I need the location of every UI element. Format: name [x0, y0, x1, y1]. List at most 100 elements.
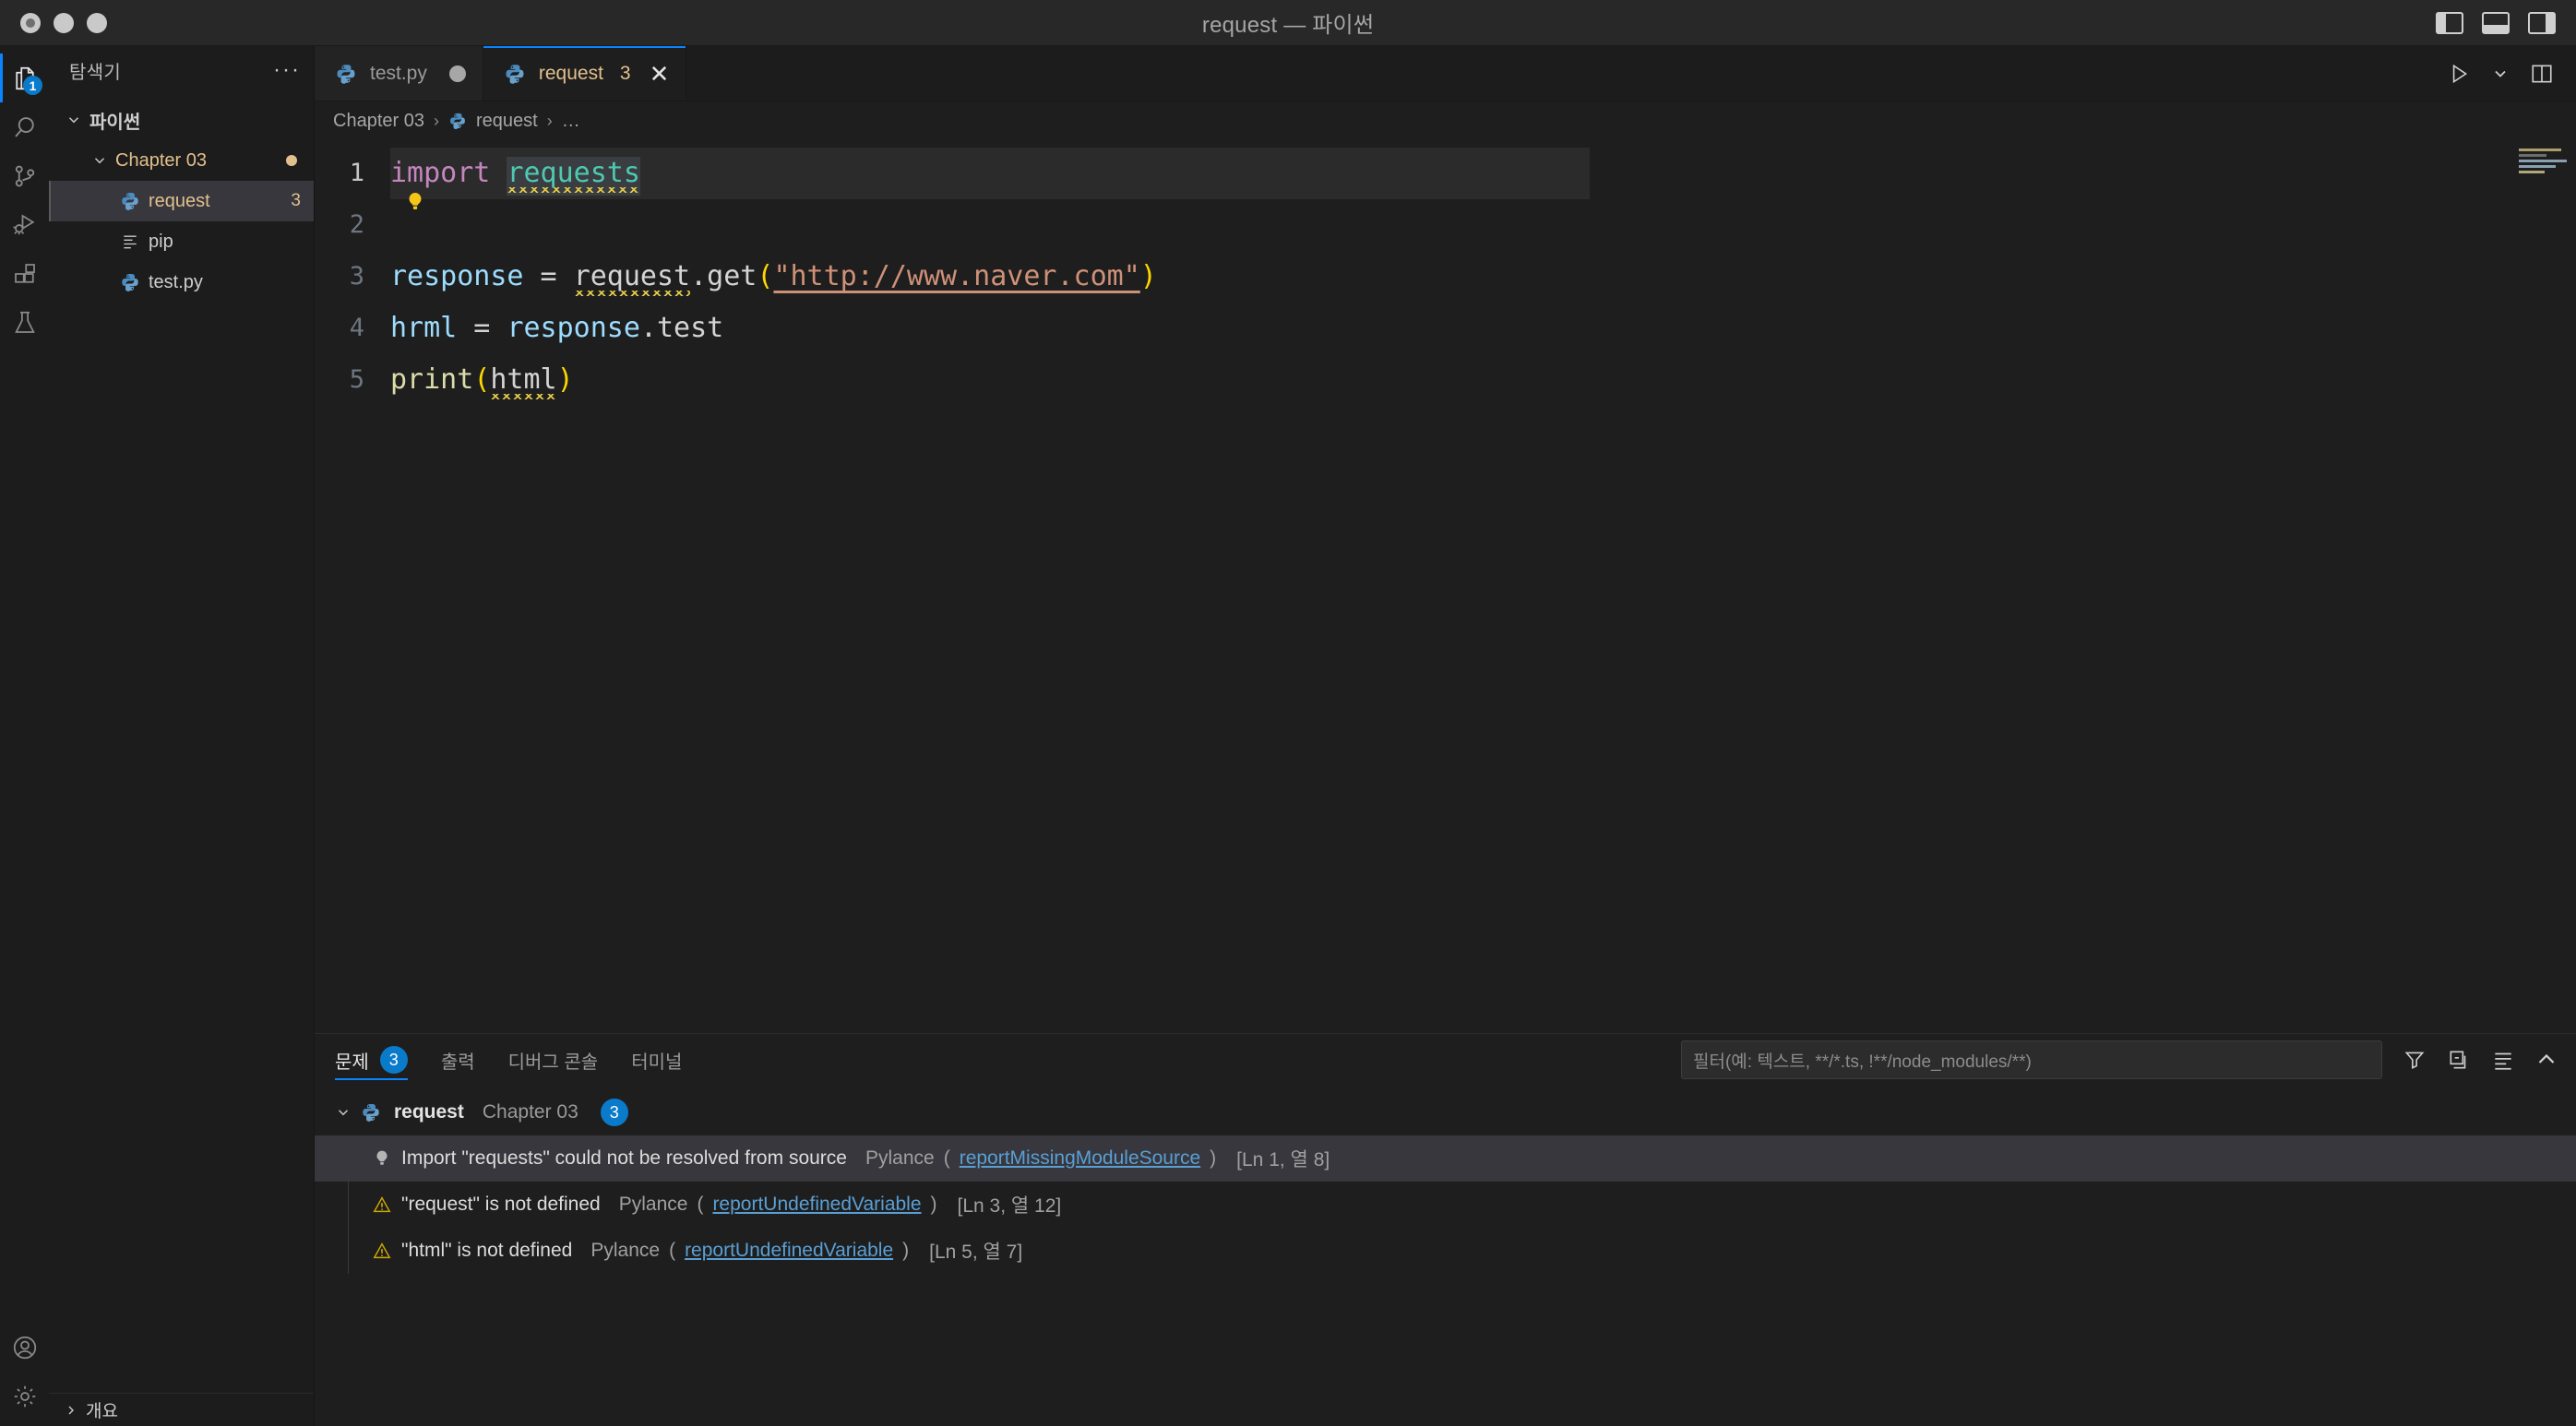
tree-item-root-folder[interactable]: 파이썬	[49, 100, 314, 140]
play-icon[interactable]	[2447, 62, 2471, 86]
tab-label: test.py	[370, 62, 427, 84]
code-line-4[interactable]: 4 hrml = response.test	[315, 303, 2576, 354]
token-string-url[interactable]: "http://www.naver.com"	[773, 260, 1139, 292]
panel-tab-label: 터미널	[631, 1052, 683, 1073]
code-line-1[interactable]: 1 import requests	[315, 148, 2576, 199]
chevron-down-icon	[89, 150, 110, 171]
code-line-3[interactable]: 3 response = request.get("http://www.nav…	[315, 251, 2576, 303]
toggle-panel-icon[interactable]	[2482, 11, 2510, 34]
unsaved-indicator-icon[interactable]	[448, 65, 466, 82]
text-file-icon	[117, 232, 143, 251]
explorer-sidebar: 탐색기 ··· 파이썬 Chapter 03 request 3 pip tes…	[49, 46, 315, 1426]
activity-item-accounts[interactable]	[0, 1323, 49, 1372]
problem-location: [Ln 5, 열 7]	[929, 1242, 1023, 1263]
activity-item-extensions[interactable]	[0, 249, 49, 298]
activity-item-testing[interactable]	[0, 298, 49, 347]
window-controls[interactable]	[0, 12, 107, 33]
token-variable-response: response	[390, 260, 524, 292]
tab-output[interactable]: 출력	[441, 1034, 475, 1086]
token-open-paren: (	[757, 260, 774, 292]
token-close-paren: )	[1139, 260, 1157, 292]
view-as-table-icon[interactable]	[2491, 1048, 2515, 1072]
vscode-window: request — 파이썬 1 탐색기 ··· 파이썬 Chapter 03 r…	[0, 0, 2576, 1426]
token-variable-hrml: hrml	[390, 312, 458, 344]
filter-icon[interactable]	[2403, 1048, 2427, 1072]
tab-test-py[interactable]: test.py	[315, 46, 483, 101]
chevron-right-icon	[64, 1403, 78, 1418]
chevron-down-icon[interactable]	[2491, 65, 2510, 83]
collapse-all-icon[interactable]	[2447, 1048, 2471, 1072]
file-tree: 파이썬 Chapter 03 request 3 pip test.py	[49, 94, 314, 1393]
problem-message: "html" is not defined	[401, 1240, 573, 1261]
problem-source: Pylance	[590, 1240, 661, 1261]
breadcrumb-separator-icon: ›	[433, 111, 439, 130]
tab-label: request	[538, 62, 603, 84]
toggle-secondary-sidebar-icon[interactable]	[2528, 11, 2556, 34]
code-line-text: hrml = response.test	[390, 303, 723, 354]
code-editor[interactable]: 1 import requests 2 3 response = request…	[315, 140, 2576, 1033]
activity-bar: 1	[0, 46, 49, 1426]
beaker-icon	[11, 309, 39, 337]
tree-item-request[interactable]: request 3	[49, 181, 314, 221]
explorer-badge: 1	[23, 76, 42, 95]
token-operator: =	[523, 260, 574, 292]
activity-bar-bottom	[0, 1323, 49, 1426]
sidebar-more-actions-button[interactable]: ···	[273, 59, 301, 81]
minimize-window-button[interactable]	[54, 12, 74, 33]
activity-item-run-and-debug[interactable]	[0, 200, 49, 249]
modified-dot-indicator	[286, 155, 297, 166]
tab-request[interactable]: request 3 ✕	[483, 46, 687, 101]
problem-code-link[interactable]: reportMissingModuleSource	[960, 1147, 1200, 1170]
sidebar-title: 탐색기	[69, 62, 122, 83]
code-line-2[interactable]: 2	[315, 193, 2576, 251]
source-control-icon	[11, 162, 39, 190]
sidebar-header: 탐색기 ···	[49, 46, 314, 94]
lightbulb-icon	[372, 1148, 392, 1169]
close-icon[interactable]: ✕	[650, 62, 670, 86]
problems-group-count: 3	[600, 1099, 628, 1126]
problem-code-link[interactable]: reportUndefinedVariable	[712, 1194, 921, 1216]
account-icon	[11, 1334, 39, 1361]
problems-filter-input[interactable]: 필터(예: 텍스트, **/*.ts, !**/node_modules/**)	[1681, 1040, 2382, 1079]
editor-actions	[2425, 46, 2576, 101]
activity-item-manage[interactable]	[0, 1372, 49, 1420]
token-variable-response: response	[507, 312, 640, 344]
gear-icon	[11, 1383, 39, 1410]
problem-row[interactable]: "html" is not defined Pylance (reportUnd…	[315, 1228, 2576, 1274]
tree-item-label: request	[149, 190, 210, 211]
tree-item-test-py[interactable]: test.py	[49, 262, 314, 303]
lightbulb-icon[interactable]	[403, 190, 427, 214]
activity-item-search[interactable]	[0, 102, 49, 151]
maximize-window-button[interactable]	[87, 12, 107, 33]
search-icon	[11, 113, 39, 141]
run-debug-icon	[11, 211, 39, 239]
code-line-text: import requests	[390, 148, 640, 199]
breadcrumb-item-symbols[interactable]: …	[562, 111, 580, 132]
split-editor-icon[interactable]	[2530, 62, 2554, 86]
chevron-down-icon[interactable]	[335, 1104, 352, 1121]
problem-location: [Ln 3, 열 12]	[957, 1195, 1062, 1217]
problem-code-link[interactable]: reportUndefinedVariable	[685, 1240, 893, 1262]
panel-toolbar: 필터(예: 텍스트, **/*.ts, !**/node_modules/**)	[1681, 1040, 2576, 1079]
tree-item-chapter-03[interactable]: Chapter 03	[49, 140, 314, 181]
activity-item-source-control[interactable]	[0, 151, 49, 200]
chevron-up-icon[interactable]	[2535, 1049, 2558, 1071]
outline-label: 개요	[86, 1402, 118, 1421]
toggle-primary-sidebar-icon[interactable]	[2436, 11, 2463, 34]
code-line-5[interactable]: 5 print(html)	[315, 354, 2576, 406]
activity-item-explorer[interactable]: 1	[0, 53, 49, 102]
breadcrumb-item-file[interactable]: request	[476, 111, 538, 132]
line-number: 5	[349, 365, 364, 394]
problems-group-request[interactable]: request Chapter 03 3	[315, 1089, 2576, 1135]
problem-row[interactable]: "request" is not defined Pylance (report…	[315, 1182, 2576, 1228]
tab-terminal[interactable]: 터미널	[631, 1034, 682, 1086]
bottom-panel: 문제 3 출력 디버그 콘솔 터미널 필터(예: 텍스트, **/*.ts, !…	[315, 1033, 2576, 1426]
tab-debug-console[interactable]: 디버그 콘솔	[508, 1034, 599, 1086]
close-window-button[interactable]	[20, 12, 41, 33]
problem-row[interactable]: Import "requests" could not be resolved …	[315, 1135, 2576, 1182]
outline-section-header[interactable]: 개요	[49, 1393, 314, 1426]
tree-item-pip[interactable]: pip	[49, 221, 314, 262]
tab-problems[interactable]: 문제 3	[335, 1034, 408, 1086]
breadcrumb-item-folder[interactable]: Chapter 03	[333, 111, 424, 132]
panel-header: 문제 3 출력 디버그 콘솔 터미널 필터(예: 텍스트, **/*.ts, !…	[315, 1034, 2576, 1086]
